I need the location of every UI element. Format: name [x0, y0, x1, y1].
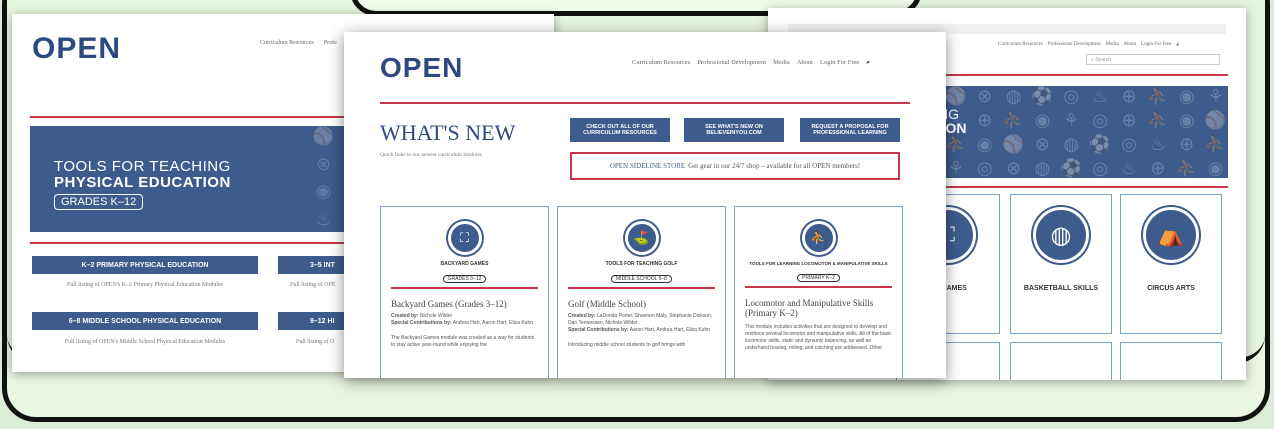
tile-label: BASKETBALL SKILLS — [1023, 285, 1099, 292]
curriculum-resources-button[interactable]: CHECK OUT ALL OF OUR CURRICULUM RESOURCE… — [570, 118, 670, 142]
3-5-desc: Full listing of OPE — [290, 282, 336, 288]
contrib-names: Aaron Hart, Andrea Hart, Eliza Kuhn — [629, 327, 711, 333]
proposal-button[interactable]: REQUEST A PROPOSAL FOR PROFESSIONAL LEAR… — [800, 118, 900, 142]
golf-icon: ⛳ — [624, 221, 659, 255]
created-label: Created by: — [568, 313, 596, 319]
card-contrib: Special Contributions by: Aaron Hart, An… — [558, 327, 725, 334]
open-logo[interactable]: OPEN — [32, 32, 121, 66]
grade-pill: MIDDLE SCHOOL 6–8 — [611, 275, 672, 283]
nav-professional[interactable]: Professional Development — [1048, 42, 1101, 48]
nav-profe[interactable]: Profe — [324, 40, 337, 46]
grade-pill: GRADES 3–12 — [442, 275, 487, 283]
card-divider — [391, 287, 538, 289]
6-8-button[interactable]: 6–8 MIDDLE SCHOOL PHYSICAL EDUCATION — [32, 312, 258, 330]
contrib-label: Special Contributions by: — [568, 327, 629, 333]
9-12-desc: Full listing of O — [296, 339, 335, 345]
nav-curriculum[interactable]: Curriculum Resources — [632, 59, 690, 67]
page-title: WHAT'S NEW — [380, 120, 516, 145]
card-body: Introducing middle school students to go… — [568, 342, 686, 348]
card-divider — [745, 286, 892, 288]
tile-partial-2[interactable] — [1010, 342, 1112, 380]
card-title[interactable]: Locomotor and Manipulative Skills (Prima… — [735, 288, 902, 322]
banner-line2: PHYSICAL EDUCATION — [54, 174, 231, 191]
nav-about[interactable]: About — [797, 59, 813, 67]
right-nav-bar: Curriculum Resources Professional Develo… — [998, 42, 1179, 48]
grades-badge: GRADES K–12 — [54, 194, 144, 210]
store-link[interactable]: OPEN SIDELINE STORE — [610, 162, 685, 170]
card-contrib: Special Contributions by: Andrea Hart, A… — [381, 320, 548, 327]
6-8-desc: Full listing of OPEN's Middle School Phy… — [64, 339, 226, 345]
card-created: Created by: Nichole Wilder — [381, 313, 548, 320]
card-body: The Backyard Games module was created as… — [391, 335, 535, 348]
backyard-games-icon: ⛶ — [447, 221, 482, 255]
search-placeholder: Search — [1095, 57, 1112, 63]
tile-basketball-skills[interactable]: ◍ BASKETBALL SKILLS — [1010, 194, 1112, 334]
tile-circus-arts[interactable]: ⛺ CIRCUS ARTS — [1120, 194, 1222, 334]
divider — [380, 102, 910, 104]
store-banner[interactable]: OPEN SIDELINE STORE Get gear in our 24/7… — [570, 152, 900, 180]
nav-login[interactable]: Login For Free — [1141, 42, 1171, 48]
nav-professional[interactable]: Professional Development — [697, 59, 766, 67]
locomotor-icon: ⛹ — [801, 221, 836, 255]
nav-media[interactable]: Media — [773, 59, 790, 67]
created-label: Created by: — [391, 313, 419, 319]
search-icon-small: ⌕ — [1091, 57, 1094, 63]
contrib-names: Andrea Hart, Aaron Hart, Eliza Kuhn — [452, 320, 534, 326]
k2-button[interactable]: K–2 PRIMARY PHYSICAL EDUCATION — [32, 256, 258, 274]
basketball-icon: ◍ — [1033, 207, 1089, 263]
search-icon[interactable]: ⌕ — [1176, 42, 1179, 48]
nav-curriculum[interactable]: Curriculum Resources — [998, 42, 1043, 48]
circus-tent-icon: ⛺ — [1143, 207, 1199, 263]
tile-label: CIRCUS ARTS — [1147, 285, 1195, 292]
module-card-backyard-games[interactable]: ⛶ BACKYARD GAMES GRADES 3–12 Backyard Ga… — [380, 206, 549, 378]
believeinyou-button[interactable]: SEE WHAT'S NEW ON BELIEVEINYOU.COM — [684, 118, 784, 142]
card-created: Created by: LaDonda Porter, Shannon Maly… — [558, 313, 725, 327]
nav-curriculum[interactable]: Curriculum Resources — [260, 40, 314, 46]
page-subtitle: Quick links to our newest curriculum mod… — [380, 152, 483, 158]
nav-bar: Curriculum Resources Professional Develo… — [632, 59, 870, 67]
module-card-golf[interactable]: ⛳ TOOLS FOR TEACHING GOLF MIDDLE SCHOOL … — [557, 206, 726, 378]
k2-desc: Full listing of OPEN's K–2 Primary Physi… — [66, 282, 224, 288]
module-card-locomotor[interactable]: ⛹ TOOLS FOR LEARNING LOCOMOTOR & MANIPUL… — [734, 206, 903, 378]
contrib-label: Special Contributions by: — [391, 320, 452, 326]
search-icon[interactable]: ⌕ — [866, 59, 870, 67]
created-names: Nichole Wilder — [419, 313, 453, 319]
card-title[interactable]: Backyard Games (Grades 3–12) — [381, 289, 548, 313]
tile-partial-3[interactable] — [1120, 342, 1222, 380]
nav-login[interactable]: Login For Free — [820, 59, 859, 67]
nav-bar: Curriculum Resources Profe — [260, 40, 337, 46]
grade-pill: PRIMARY K–2 — [797, 274, 840, 282]
center-screenshot: OPEN Curriculum Resources Professional D… — [344, 32, 946, 378]
search-input[interactable]: ⌕ Search — [1086, 54, 1220, 65]
card-divider — [568, 287, 715, 289]
banner-line1: TOOLS FOR TEACHING — [54, 158, 231, 175]
open-logo[interactable]: OPEN — [380, 52, 463, 84]
nav-media[interactable]: Media — [1106, 42, 1119, 48]
card-title[interactable]: Golf (Middle School) — [558, 289, 725, 313]
card-body: This module includes activities that are… — [745, 324, 892, 351]
store-text: Get gear in our 24/7 shop – available fo… — [688, 162, 861, 170]
nav-about[interactable]: About — [1124, 42, 1137, 48]
